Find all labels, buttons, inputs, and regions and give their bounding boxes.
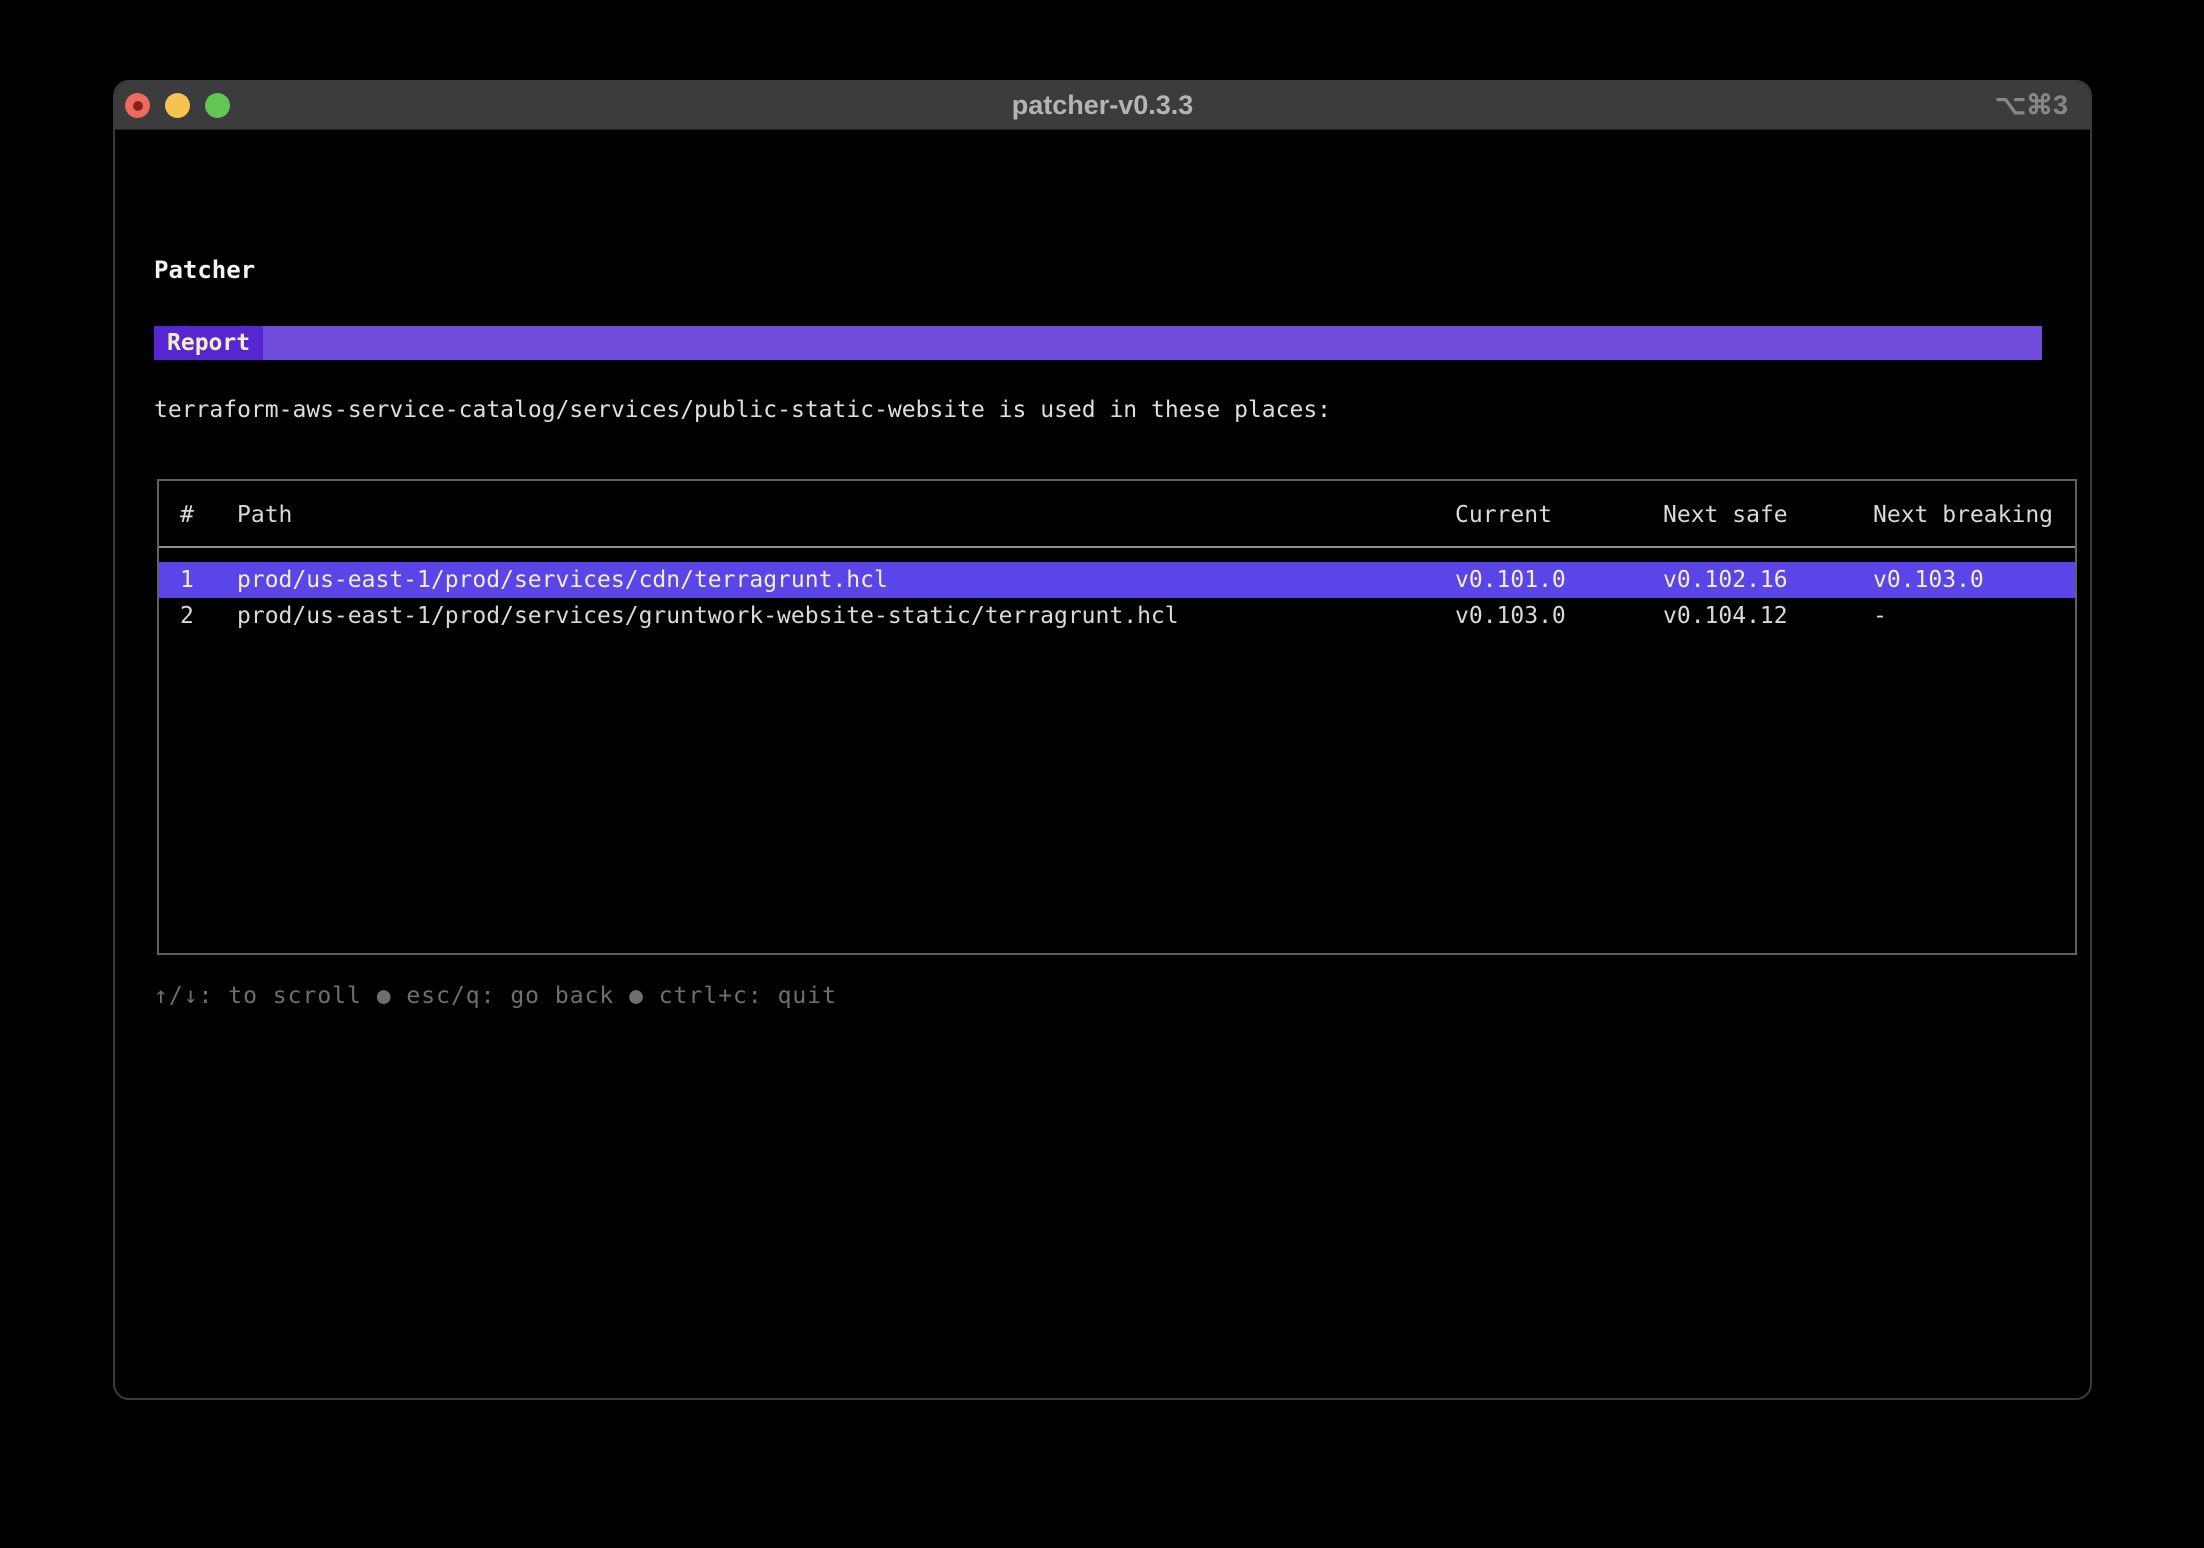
column-header-next-breaking: Next breaking	[1873, 497, 2075, 533]
tab-bar: Report	[154, 326, 2042, 360]
row-path: prod/us-east-1/prod/services/cdn/terragr…	[237, 562, 1455, 598]
row-current-version: v0.101.0	[1455, 562, 1663, 598]
row-path: prod/us-east-1/prod/services/gruntwork-w…	[237, 598, 1455, 634]
table-row[interactable]: 1 prod/us-east-1/prod/services/cdn/terra…	[159, 562, 2075, 598]
column-header-next-safe: Next safe	[1663, 497, 1873, 533]
unsaved-indicator-dot	[133, 101, 143, 111]
row-current-version: v0.103.0	[1455, 598, 1663, 634]
row-num: 1	[180, 562, 237, 598]
tab-shortcut-label: ⌥⌘3	[1995, 82, 2068, 129]
window-title: patcher-v0.3.3	[1012, 90, 1194, 121]
usage-table: # Path Current Next safe Next breaking 1…	[157, 479, 2077, 955]
usage-description: terraform-aws-service-catalog/services/p…	[154, 393, 1331, 427]
page-title: Patcher	[154, 256, 255, 284]
tab-report[interactable]: Report	[154, 326, 263, 360]
column-header-num: #	[180, 497, 237, 533]
row-next-safe-version: v0.104.12	[1663, 598, 1873, 634]
table-body: 1 prod/us-east-1/prod/services/cdn/terra…	[159, 548, 2075, 634]
terminal-window: patcher-v0.3.3 ⌥⌘3 Patcher Report terraf…	[113, 80, 2092, 1400]
column-header-current: Current	[1455, 497, 1663, 533]
row-num: 2	[180, 598, 237, 634]
table-header: # Path Current Next safe Next breaking	[159, 481, 2075, 548]
minimize-button[interactable]	[165, 93, 190, 118]
terminal-content: Patcher Report terraform-aws-service-cat…	[115, 131, 2090, 1398]
close-button[interactable]	[125, 93, 150, 118]
zoom-button[interactable]	[205, 93, 230, 118]
traffic-lights	[125, 82, 230, 129]
row-next-breaking-version: v0.103.0	[1873, 562, 2075, 598]
row-next-safe-version: v0.102.16	[1663, 562, 1873, 598]
column-header-path: Path	[237, 497, 1455, 533]
row-next-breaking-version: -	[1873, 598, 2075, 634]
table-row[interactable]: 2 prod/us-east-1/prod/services/gruntwork…	[159, 598, 2075, 634]
keyboard-help: ↑/↓: to scroll ● esc/q: go back ● ctrl+c…	[154, 979, 837, 1013]
titlebar: patcher-v0.3.3 ⌥⌘3	[115, 82, 2090, 130]
